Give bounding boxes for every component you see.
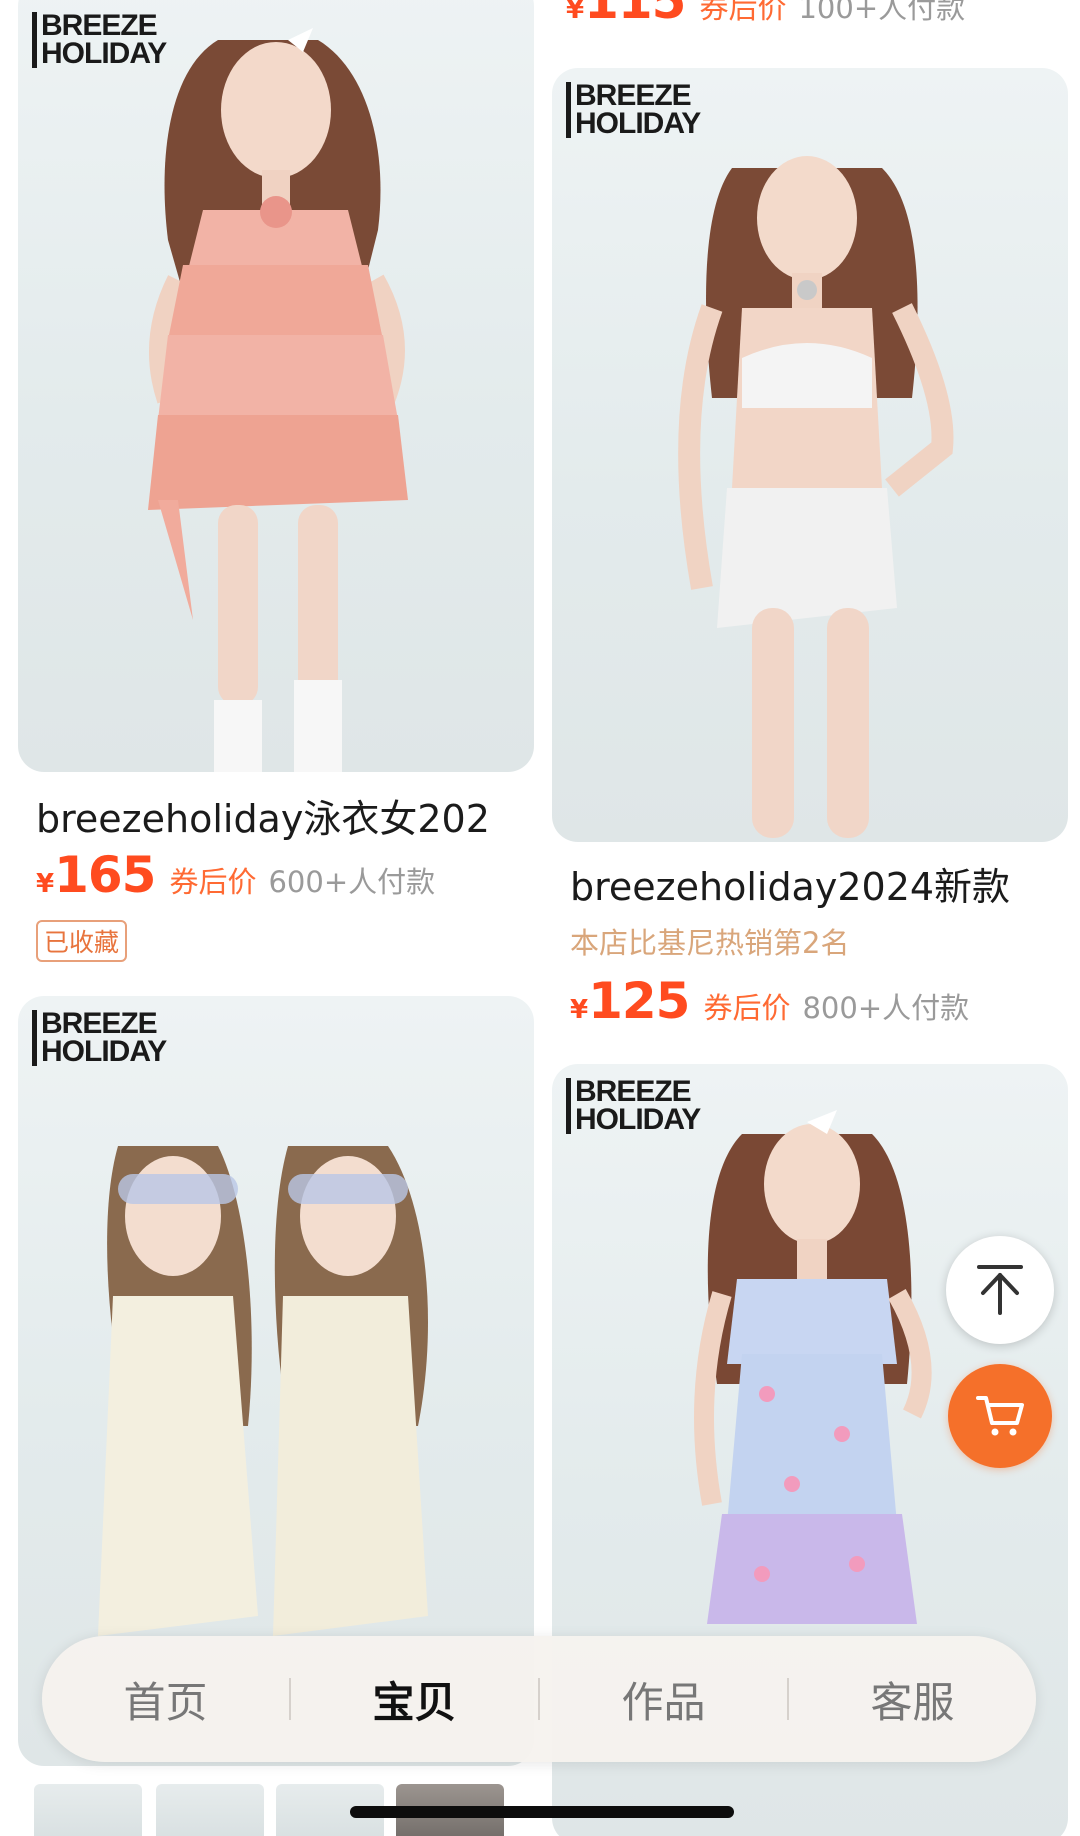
thumbnail[interactable] bbox=[156, 1784, 264, 1836]
cart-button[interactable] bbox=[948, 1364, 1052, 1468]
scroll-to-top-button[interactable] bbox=[946, 1236, 1054, 1344]
bottom-nav: 首页 宝贝 作品 客服 bbox=[42, 1636, 1036, 1762]
product-price-row: ¥ 165 券后价 600+人付款 bbox=[36, 846, 435, 904]
paid-count: 800+人付款 bbox=[802, 991, 970, 1025]
paid-count: 600+人付款 bbox=[268, 865, 436, 899]
price-currency: ¥ bbox=[36, 869, 55, 899]
product-image-pink-dress[interactable]: BREEZE HOLIDAY bbox=[18, 0, 534, 772]
product-image-white-bikini[interactable]: BREEZE HOLIDAY bbox=[552, 68, 1068, 842]
paid-count: 100+人付款 bbox=[798, 0, 966, 25]
coupon-label: 券后价 bbox=[169, 865, 257, 899]
price-currency: ¥ bbox=[566, 0, 585, 25]
partial-price-row: ¥ 115 券后价 100+人付款 bbox=[566, 0, 965, 30]
price-currency: ¥ bbox=[570, 995, 589, 1025]
price-value: 115 bbox=[584, 0, 686, 30]
product-title[interactable]: breezeholiday2024新款 bbox=[570, 856, 1060, 911]
nav-home[interactable]: 首页 bbox=[42, 1669, 289, 1730]
coupon-label: 券后价 bbox=[703, 991, 791, 1025]
rank-label: 本店比基尼热销第2名 bbox=[570, 926, 850, 960]
product-price-row: ¥ 125 券后价 800+人付款 bbox=[570, 972, 969, 1030]
price-value: 125 bbox=[588, 972, 690, 1030]
thumbnail[interactable] bbox=[34, 1784, 142, 1836]
shopping-cart-icon bbox=[976, 1396, 1024, 1436]
nav-products[interactable]: 宝贝 bbox=[291, 1669, 538, 1730]
home-indicator bbox=[350, 1806, 734, 1818]
coupon-label: 券后价 bbox=[699, 0, 787, 25]
arrow-up-to-top-icon bbox=[977, 1265, 1023, 1315]
product-title[interactable]: breezeholiday泳衣女202 bbox=[36, 788, 526, 843]
favorited-badge: 已收藏 bbox=[36, 920, 128, 962]
model-illustration bbox=[148, 28, 408, 772]
nav-works[interactable]: 作品 bbox=[540, 1669, 787, 1730]
price-value: 165 bbox=[54, 846, 156, 904]
nav-customer-service[interactable]: 客服 bbox=[789, 1669, 1036, 1730]
model-illustration bbox=[678, 156, 954, 838]
